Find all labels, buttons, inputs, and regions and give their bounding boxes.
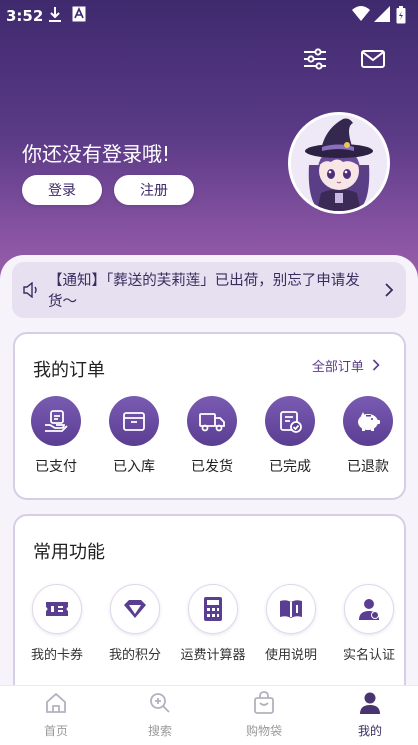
orders-card: 我的订单 全部订单 已支付 已入库 已发货 已完成 已退款 (13, 332, 406, 500)
diamond-icon (110, 584, 160, 634)
login-button[interactable]: 登录 (22, 175, 102, 205)
calculator-icon (188, 584, 238, 634)
tool-my-points[interactable]: 我的积分 (93, 584, 177, 663)
download-icon (48, 6, 62, 28)
battery-icon (396, 6, 406, 28)
order-status-completed[interactable]: 已完成 (255, 396, 325, 476)
witch-character-illustration (291, 115, 387, 211)
chevron-right-icon (372, 359, 380, 375)
all-orders-link[interactable]: 全部订单 (312, 356, 380, 375)
tool-label: 使用说明 (264, 648, 317, 663)
notification-a-icon (72, 6, 86, 26)
speaker-icon (22, 281, 40, 302)
messages-button[interactable] (358, 44, 388, 74)
tab-label: 搜索 (147, 724, 172, 738)
tool-real-name-verification[interactable]: 实名认证 (327, 584, 411, 663)
orders-title: 我的订单 (33, 360, 105, 381)
tool-instructions[interactable]: 使用说明 (249, 584, 333, 663)
status-time: 3:52 (6, 7, 44, 25)
order-status-shipped[interactable]: 已发货 (177, 396, 247, 476)
tools-card: 常用功能 我的卡券 我的积分 运费计算器 使用说明 实名认证 (13, 514, 406, 714)
tab-search[interactable]: 搜索 (118, 690, 202, 739)
tool-shipping-calculator[interactable]: 运费计算器 (171, 584, 255, 663)
chevron-right-icon (384, 282, 394, 302)
order-status-label: 已发货 (191, 459, 233, 475)
tab-home[interactable]: 首页 (14, 690, 98, 739)
coupon-icon (32, 584, 82, 634)
tab-label: 首页 (43, 724, 68, 738)
tool-label: 我的卡券 (30, 648, 83, 663)
sliders-icon (300, 48, 330, 78)
order-status-label: 已退款 (347, 459, 389, 475)
warehouse-box-icon (109, 396, 159, 446)
status-bar: 3:52 (0, 0, 418, 32)
shopping-bag-icon (251, 691, 277, 720)
order-status-label: 已完成 (269, 459, 311, 475)
order-status-refunded[interactable]: 已退款 (333, 396, 403, 476)
tool-label: 运费计算器 (180, 648, 246, 663)
order-status-in-warehouse[interactable]: 已入库 (99, 396, 169, 476)
login-prompt: 你还没有登录哦! (22, 142, 171, 166)
search-icon (147, 693, 173, 720)
signal-icon (374, 6, 390, 26)
all-orders-label: 全部订单 (311, 360, 364, 375)
user-verify-icon (344, 584, 394, 634)
delivery-truck-icon (187, 396, 237, 446)
settings-sliders-button[interactable] (300, 44, 330, 74)
bottom-tab-bar: 首页 搜索 购物袋 我的 (0, 685, 418, 745)
tool-my-coupons[interactable]: 我的卡券 (15, 584, 99, 663)
mail-icon (358, 50, 388, 78)
tab-label: 购物袋 (245, 724, 282, 738)
tab-label: 我的 (357, 724, 382, 738)
notice-text: 【通知】「葬送的芙莉莲」已出荷，别忘了申请发货～ (48, 273, 360, 310)
completed-icon (265, 396, 315, 446)
home-icon (43, 692, 69, 720)
notice-bar[interactable]: 【通知】「葬送的芙莉莲」已出荷，别忘了申请发货～ (12, 262, 406, 318)
tab-shopping-bag[interactable]: 购物袋 (222, 690, 306, 739)
profile-icon (357, 692, 383, 720)
piggy-bank-icon (343, 396, 393, 446)
wifi-icon (352, 6, 370, 26)
tab-profile[interactable]: 我的 (328, 690, 412, 739)
avatar[interactable] (288, 112, 390, 214)
tool-label: 我的积分 (108, 648, 161, 663)
tool-label: 实名认证 (342, 648, 395, 663)
book-icon (266, 584, 316, 634)
order-status-label: 已支付 (35, 459, 77, 475)
paid-icon (31, 396, 81, 446)
tools-title: 常用功能 (33, 542, 105, 563)
order-status-paid[interactable]: 已支付 (21, 396, 91, 476)
register-button[interactable]: 注册 (114, 175, 194, 205)
order-status-label: 已入库 (113, 459, 155, 475)
